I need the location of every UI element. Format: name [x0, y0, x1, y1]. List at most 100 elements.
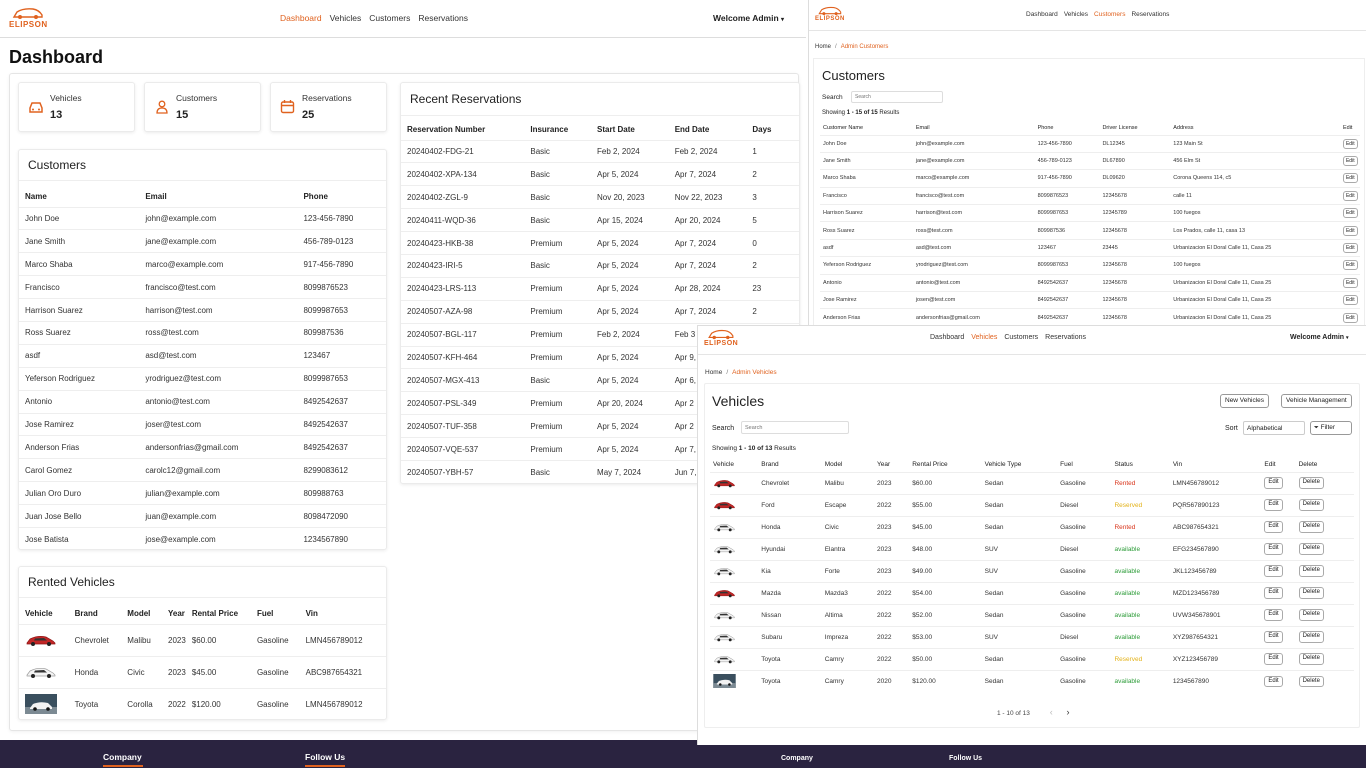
nav-customers[interactable]: Customers [369, 13, 410, 23]
brand-logo[interactable]: ELIPSON [704, 329, 738, 347]
edit-button[interactable]: Edit [1264, 521, 1283, 533]
nav-vehicles[interactable]: Vehicles [330, 13, 362, 23]
nav-dashboard[interactable]: Dashboard [280, 13, 322, 23]
delete-button[interactable]: Delete [1298, 543, 1324, 555]
edit-button[interactable]: Edit [1264, 653, 1283, 665]
delete-button[interactable]: Delete [1298, 499, 1324, 511]
edit-button[interactable]: Edit [1264, 477, 1283, 489]
customer-phone: 123-456-7890 [297, 206, 386, 230]
edit-button[interactable]: Edit [1342, 243, 1358, 254]
reservation-number: 20240423-IRI-5 [401, 253, 525, 278]
table-row: Anderson Frias andersonfrias@gmail.com 849… [820, 308, 1360, 325]
pagination-prev[interactable]: ‹ [1050, 707, 1053, 717]
breadcrumb-home[interactable]: Home [705, 369, 722, 376]
brand-logo[interactable]: ELIPSON [9, 7, 48, 29]
delete-button[interactable]: Delete [1298, 587, 1324, 599]
customer-phone: 809987536 [297, 320, 386, 345]
column-header: Days [752, 125, 772, 135]
vin: ABC987654321 [299, 655, 386, 688]
rental-price: $45.00 [909, 515, 982, 538]
insurance: Basic [524, 208, 592, 232]
filter-button[interactable]: ⏷ Filter [1310, 421, 1352, 435]
welcome-menu[interactable]: Welcome Admin ▾ [1290, 334, 1349, 341]
table-row: John Doe john@example.com 123-456-7890 DL12… [820, 134, 1360, 153]
status: available [1111, 669, 1170, 692]
breadcrumb-home[interactable]: Home [815, 44, 831, 50]
days: 2 [746, 299, 799, 324]
nav-vehicles[interactable]: Vehicles [971, 334, 997, 341]
table-row: Juan Jose Bello juan@example.com 809847209… [19, 504, 386, 528]
edit-button[interactable]: Edit [1342, 156, 1358, 167]
edit-button[interactable]: Edit [1264, 587, 1283, 599]
edit-button[interactable]: Edit [1342, 190, 1358, 201]
sort-value: Alphabetical [1247, 425, 1283, 432]
edit-button[interactable]: Edit [1342, 138, 1358, 149]
edit-button[interactable]: Edit [1264, 543, 1283, 555]
table-row: Ross Suarez ross@test.com 809987536 [19, 320, 386, 345]
nav-vehicles[interactable]: Vehicles [1064, 11, 1088, 18]
edit-button[interactable]: Edit [1264, 631, 1283, 643]
edit-cell: Edit [1339, 134, 1360, 153]
edit-button[interactable]: Edit [1342, 225, 1358, 236]
nav-reservations[interactable]: Reservations [1131, 11, 1169, 18]
vehicle-thumbnail [713, 544, 736, 554]
table-row: Honda Civic 2023 $45.00 Sedan Gasoline Rented A… [710, 515, 1354, 538]
welcome-menu[interactable]: Welcome Admin ▾ [713, 13, 784, 23]
customer-phone: 123467 [297, 343, 386, 368]
sort-select[interactable]: Alphabetical [1243, 421, 1305, 435]
nav-reservations[interactable]: Reservations [1045, 334, 1086, 341]
edit-button[interactable]: Edit [1342, 208, 1358, 219]
customers-table: Customer Name Email Phone Driver License Add… [820, 122, 1360, 325]
stat-label: Reservations [302, 93, 352, 103]
edit-button[interactable]: Edit [1342, 260, 1358, 271]
edit-button[interactable]: Edit [1264, 675, 1283, 687]
edit-button[interactable]: Edit [1342, 173, 1358, 184]
model: Civic [821, 515, 874, 538]
car-logo-icon [818, 6, 842, 16]
delete-button[interactable]: Delete [1298, 675, 1324, 687]
edit-button[interactable]: Edit [1342, 312, 1358, 323]
delete-button[interactable]: Delete [1298, 477, 1324, 489]
nav-customers[interactable]: Customers [1004, 334, 1038, 341]
customer-phone: 8492542637 [297, 412, 386, 436]
brand: Hyundai [758, 537, 822, 560]
customer-name: Francisco [820, 186, 913, 205]
nav-customers[interactable]: Customers [1094, 11, 1125, 18]
delete-button[interactable]: Delete [1298, 521, 1324, 533]
reservation-number: 20240507-MGX-413 [401, 368, 525, 392]
dashboard-header: ELIPSON Dashboard Vehicles Customers Reserv… [0, 0, 806, 38]
search-input[interactable] [741, 421, 849, 434]
nav-reservations[interactable]: Reservations [418, 13, 468, 23]
model: Impreza [821, 625, 874, 648]
customer-name: Ross Suarez [820, 221, 913, 240]
table-row: John Doe john@example.com 123-456-7890 [19, 206, 386, 230]
vehicle-image [710, 647, 759, 670]
vehicle-thumbnail [713, 588, 736, 598]
edit-button[interactable]: Edit [1342, 295, 1358, 306]
table-row: 20240402-XPA-134 Basic Apr 5, 2024 Apr 7, 2… [401, 162, 799, 186]
start-date: Apr 5, 2024 [591, 253, 669, 278]
edit-button[interactable]: Edit [1264, 609, 1283, 621]
insurance: Basic [524, 368, 592, 392]
delete-button[interactable]: Delete [1298, 609, 1324, 621]
delete-button[interactable]: Delete [1298, 631, 1324, 643]
edit-button[interactable]: Edit [1264, 499, 1283, 511]
pagination-next[interactable]: › [1067, 707, 1070, 717]
edit-cell: Edit [1339, 273, 1360, 292]
table-row: Francisco francisco@test.com 8099876523 123… [820, 186, 1360, 205]
new-vehicles-button[interactable]: New Vehicles [1220, 394, 1270, 408]
delete-button[interactable]: Delete [1298, 653, 1324, 665]
table-row: Carol Gomez carolc12@gmail.com 8299083612 [19, 458, 386, 482]
table-row: Hyundai Elantra 2023 $48.00 SUV Diesel availab… [710, 537, 1354, 560]
edit-button[interactable]: Edit [1342, 277, 1358, 288]
vehicle-management-button[interactable]: Vehicle Management [1281, 394, 1352, 408]
search-input[interactable] [851, 91, 943, 103]
brand-logo[interactable]: ELIPSON [815, 6, 845, 22]
driver-license: 23445 [1099, 238, 1171, 257]
delete-button[interactable]: Delete [1298, 565, 1324, 577]
welcome-label: Welcome Admin [1290, 334, 1345, 341]
nav-dashboard[interactable]: Dashboard [930, 334, 964, 341]
nav-dashboard[interactable]: Dashboard [1026, 11, 1058, 18]
vehicle-photo [25, 694, 57, 715]
edit-button[interactable]: Edit [1264, 565, 1283, 577]
